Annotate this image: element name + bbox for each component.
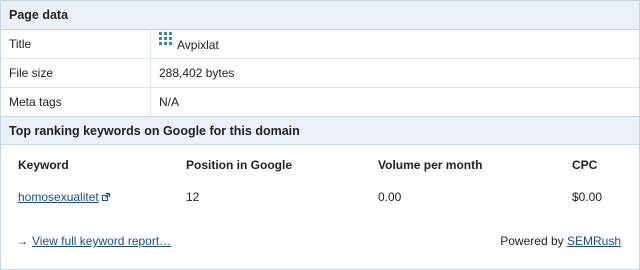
column-header-keyword: Keyword <box>18 158 69 172</box>
keyword-cell: homosexualitet <box>18 190 110 204</box>
keywords-table: Keyword Position in Google Volume per mo… <box>1 146 639 269</box>
file-size-value: 288,402 bytes <box>159 66 235 80</box>
meta-tags-value: N/A <box>159 95 180 109</box>
keyword-link[interactable]: homosexualitet <box>18 190 99 204</box>
powered-by: Powered by SEMRush <box>500 234 621 248</box>
title-row: Title Avpixlat <box>1 30 639 59</box>
arrow-right-icon: → <box>16 234 28 248</box>
page-data-panel: Page data Title Avpixlat File size 288,4… <box>0 0 640 270</box>
semrush-link[interactable]: SEMRush <box>567 234 621 248</box>
title-value-cell: Avpixlat <box>159 30 219 58</box>
file-size-row: File size 288,402 bytes <box>1 59 639 88</box>
page-data-header: Page data <box>1 1 639 30</box>
view-full-report-link[interactable]: View full keyword report… <box>32 234 171 248</box>
file-size-label: File size <box>1 59 151 87</box>
column-header-cpc: CPC <box>572 158 598 172</box>
position-cell: 12 <box>186 190 200 204</box>
volume-cell: 0.00 <box>378 190 402 204</box>
cpc-cell: $0.00 <box>572 190 603 204</box>
meta-tags-row: Meta tags N/A <box>1 88 639 117</box>
meta-tags-label: Meta tags <box>1 88 151 116</box>
keywords-header: Top ranking keywords on Google for this … <box>1 116 639 145</box>
site-favicon-icon <box>159 31 173 46</box>
external-link-icon[interactable] <box>101 193 110 201</box>
column-header-volume: Volume per month <box>378 158 483 172</box>
title-label: Title <box>1 30 151 58</box>
powered-by-label: Powered by <box>500 234 564 248</box>
full-report-row: → View full keyword report… <box>16 234 171 248</box>
column-header-position: Position in Google <box>186 158 292 172</box>
title-value: Avpixlat <box>177 37 219 52</box>
